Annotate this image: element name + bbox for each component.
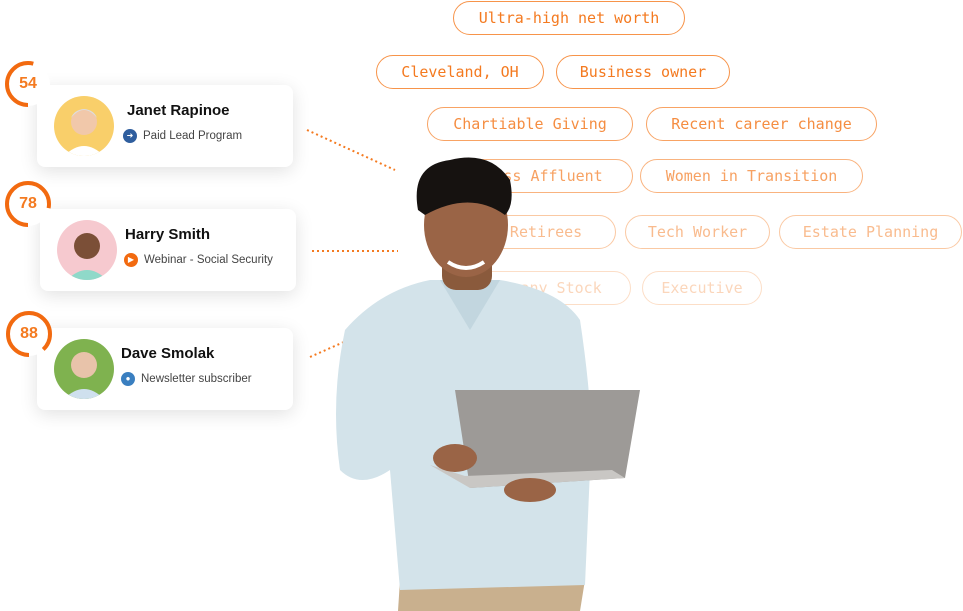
lead-name: Harry Smith [125, 226, 211, 243]
sign-in-icon: ➜ [123, 129, 137, 143]
lead-card-dave-smolak[interactable]: Dave Smolak ● Newsletter subscriber [37, 328, 293, 410]
lead-source: ➜ Paid Lead Program [123, 129, 242, 143]
lead-name: Janet Rapinoe [127, 102, 230, 119]
lead-score: 54 [19, 75, 37, 92]
lead-source: ▶ Webinar - Social Security [124, 253, 273, 267]
lead-card-janet-rapinoe[interactable]: Janet Rapinoe ➜ Paid Lead Program [37, 85, 293, 167]
lead-source-label: Paid Lead Program [143, 130, 243, 142]
lead-score-ring: 54 [4, 60, 52, 108]
play-icon: ▶ [124, 253, 138, 267]
lead-score-ring: 78 [4, 180, 52, 228]
lead-card-harry-smith[interactable]: Harry Smith ▶ Webinar - Social Security [40, 209, 296, 291]
avatar [54, 339, 114, 399]
microphone-icon: ● [121, 372, 135, 386]
lead-name: Dave Smolak [121, 345, 215, 362]
lead-source-label: Newsletter subscriber [141, 373, 252, 385]
lead-source-label: Webinar - Social Security [144, 254, 273, 266]
avatar [54, 96, 114, 156]
lead-score: 88 [20, 325, 38, 342]
lead-score: 78 [19, 195, 37, 212]
avatar [57, 220, 117, 280]
lead-source: ● Newsletter subscriber [121, 372, 252, 386]
lead-score-ring: 88 [5, 310, 53, 358]
